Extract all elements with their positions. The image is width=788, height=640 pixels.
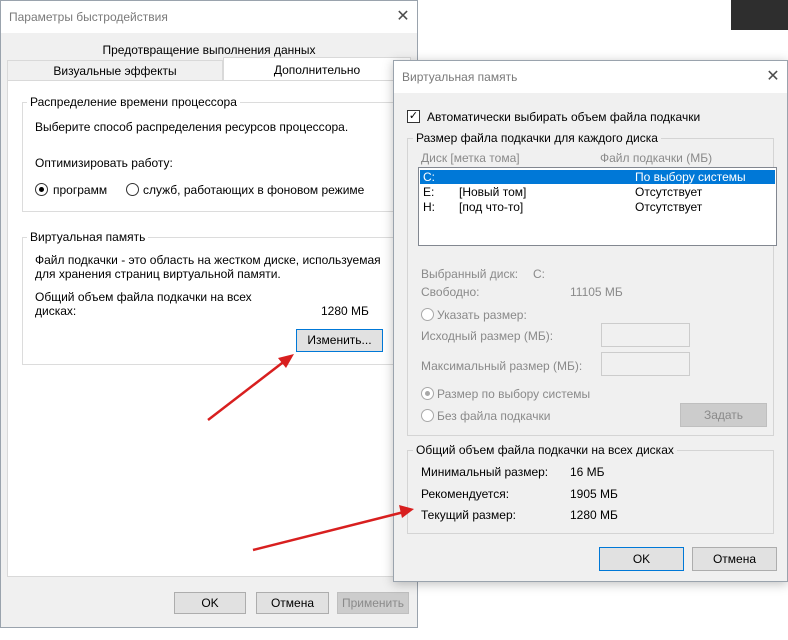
arrow-to-change-button (207, 354, 294, 421)
arrow-to-current-size (252, 505, 414, 552)
annotation-arrows (207, 354, 414, 552)
